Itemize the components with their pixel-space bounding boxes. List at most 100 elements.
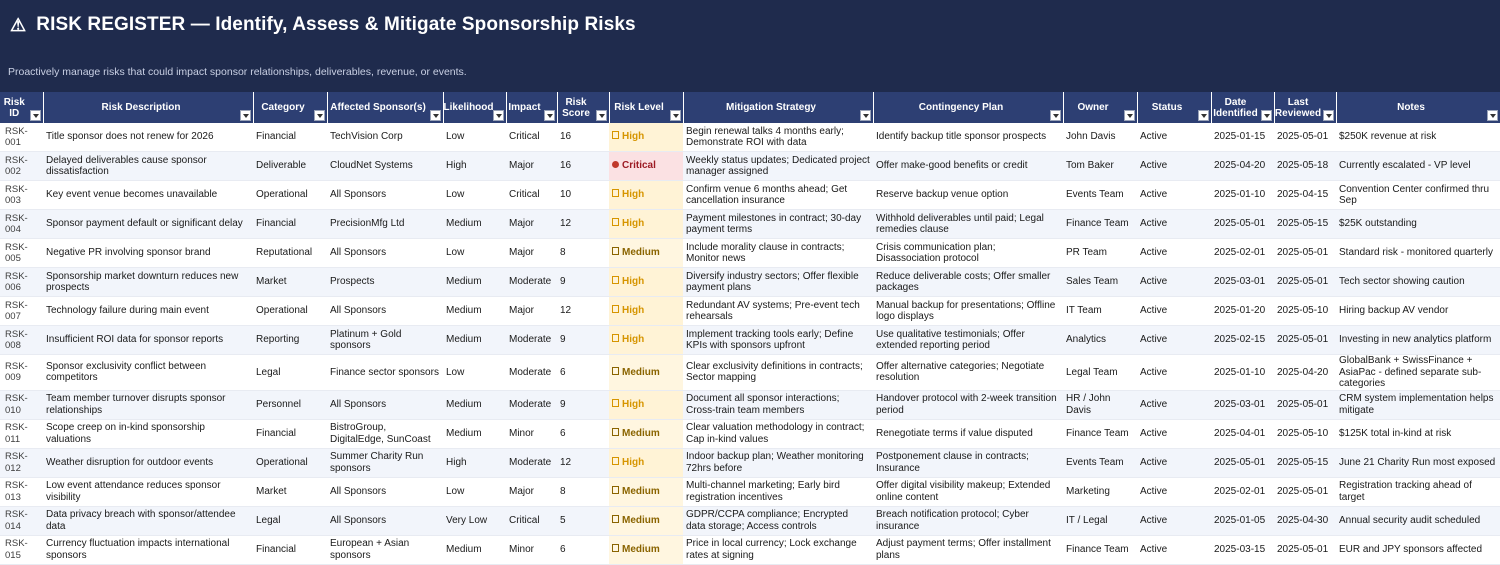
likelihood-cell[interactable]: Low	[443, 477, 506, 507]
date-identified-cell[interactable]: 2025-03-15	[1211, 535, 1274, 565]
notes-cell[interactable]: $250K revenue at risk	[1336, 123, 1500, 152]
date-identified-cell[interactable]: 2025-04-20	[1211, 151, 1274, 181]
affected-sponsors-cell[interactable]: Prospects	[327, 267, 443, 297]
likelihood-cell[interactable]: Low	[443, 123, 506, 152]
risk-id-cell[interactable]: RSK-003	[0, 180, 43, 210]
status-cell[interactable]: Active	[1137, 448, 1211, 478]
affected-sponsors-cell[interactable]: All Sponsors	[327, 180, 443, 210]
notes-cell[interactable]: Annual security audit scheduled	[1336, 506, 1500, 536]
risk-description-cell[interactable]: Sponsorship market downturn reduces new …	[43, 267, 253, 297]
contingency-plan-cell[interactable]: Manual backup for presentations; Offline…	[873, 296, 1063, 326]
impact-cell[interactable]: Critical	[506, 123, 557, 152]
impact-cell[interactable]: Major	[506, 238, 557, 268]
contingency-plan-cell[interactable]: Reduce deliverable costs; Offer smaller …	[873, 267, 1063, 297]
owner-cell[interactable]: IT Team	[1063, 296, 1137, 326]
risk-description-cell[interactable]: Currency fluctuation impacts internation…	[43, 535, 253, 565]
mitigation-strategy-cell[interactable]: Redundant AV systems; Pre-event tech reh…	[683, 296, 873, 326]
table-row[interactable]: RSK-008 Insufficient ROI data for sponsor…	[0, 325, 1500, 355]
risk-level-cell[interactable]: Medium	[609, 535, 683, 565]
affected-sponsors-cell[interactable]: Finance sector sponsors	[327, 354, 443, 391]
status-cell[interactable]: Active	[1137, 238, 1211, 268]
risk-level-cell[interactable]: Medium	[609, 354, 683, 391]
table-row[interactable]: RSK-012 Weather disruption for outdoor ev…	[0, 448, 1500, 478]
risk-score-cell[interactable]: 8	[557, 238, 609, 268]
affected-sponsors-cell[interactable]: All Sponsors	[327, 390, 443, 420]
notes-cell[interactable]: EUR and JPY sponsors affected	[1336, 535, 1500, 565]
risk-score-cell[interactable]: 16	[557, 123, 609, 152]
risk-description-cell[interactable]: Weather disruption for outdoor events	[43, 448, 253, 478]
filter-dropdown-icon[interactable]	[1123, 110, 1135, 121]
contingency-plan-cell[interactable]: Postponement clause in contracts; Insura…	[873, 448, 1063, 478]
mitigation-strategy-cell[interactable]: Clear valuation methodology in contract;…	[683, 419, 873, 449]
likelihood-cell[interactable]: High	[443, 448, 506, 478]
risk-level-cell[interactable]: High	[609, 296, 683, 326]
date-identified-cell[interactable]: 2025-05-01	[1211, 448, 1274, 478]
category-cell[interactable]: Market	[253, 267, 327, 297]
filter-dropdown-icon[interactable]	[29, 110, 41, 121]
status-cell[interactable]: Active	[1137, 123, 1211, 152]
notes-cell[interactable]: Tech sector showing caution	[1336, 267, 1500, 297]
filter-dropdown-icon[interactable]	[1486, 110, 1498, 121]
mitigation-strategy-cell[interactable]: Multi-channel marketing; Early bird regi…	[683, 477, 873, 507]
risk-description-cell[interactable]: Team member turnover disrupts sponsor re…	[43, 390, 253, 420]
filter-dropdown-icon[interactable]	[595, 110, 607, 121]
table-row[interactable]: RSK-003 Key event venue becomes unavailab…	[0, 180, 1500, 210]
contingency-plan-cell[interactable]: Offer make-good benefits or credit	[873, 151, 1063, 181]
date-identified-cell[interactable]: 2025-03-01	[1211, 267, 1274, 297]
affected-sponsors-cell[interactable]: CloudNet Systems	[327, 151, 443, 181]
status-cell[interactable]: Active	[1137, 267, 1211, 297]
status-cell[interactable]: Active	[1137, 209, 1211, 239]
risk-level-cell[interactable]: High	[609, 390, 683, 420]
likelihood-cell[interactable]: Low	[443, 238, 506, 268]
filter-dropdown-icon[interactable]	[429, 110, 441, 121]
risk-description-cell[interactable]: Negative PR involving sponsor brand	[43, 238, 253, 268]
contingency-plan-cell[interactable]: Crisis communication plan; Disassociatio…	[873, 238, 1063, 268]
notes-cell[interactable]: Currently escalated - VP level	[1336, 151, 1500, 181]
affected-sponsors-cell[interactable]: All Sponsors	[327, 238, 443, 268]
filter-dropdown-icon[interactable]	[313, 110, 325, 121]
date-identified-cell[interactable]: 2025-04-01	[1211, 419, 1274, 449]
risk-id-cell[interactable]: RSK-009	[0, 354, 43, 391]
risk-description-cell[interactable]: Sponsor exclusivity conflict between com…	[43, 354, 253, 391]
risk-level-cell[interactable]: Medium	[609, 419, 683, 449]
table-row[interactable]: RSK-009 Sponsor exclusivity conflict betw…	[0, 354, 1500, 391]
risk-id-cell[interactable]: RSK-013	[0, 477, 43, 507]
risk-level-cell[interactable]: High	[609, 267, 683, 297]
risk-id-cell[interactable]: RSK-002	[0, 151, 43, 181]
last-reviewed-cell[interactable]: 2025-05-01	[1274, 267, 1336, 297]
contingency-plan-cell[interactable]: Renegotiate terms if value disputed	[873, 419, 1063, 449]
risk-description-cell[interactable]: Insufficient ROI data for sponsor report…	[43, 325, 253, 355]
affected-sponsors-cell[interactable]: All Sponsors	[327, 506, 443, 536]
category-cell[interactable]: Financial	[253, 419, 327, 449]
filter-dropdown-icon[interactable]	[1260, 110, 1272, 121]
risk-id-cell[interactable]: RSK-005	[0, 238, 43, 268]
mitigation-strategy-cell[interactable]: Clear exclusivity definitions in contrac…	[683, 354, 873, 391]
category-cell[interactable]: Legal	[253, 506, 327, 536]
filter-dropdown-icon[interactable]	[669, 110, 681, 121]
category-cell[interactable]: Operational	[253, 448, 327, 478]
last-reviewed-cell[interactable]: 2025-05-15	[1274, 448, 1336, 478]
risk-score-cell[interactable]: 6	[557, 419, 609, 449]
mitigation-strategy-cell[interactable]: Weekly status updates; Dedicated project…	[683, 151, 873, 181]
last-reviewed-cell[interactable]: 2025-05-01	[1274, 390, 1336, 420]
date-identified-cell[interactable]: 2025-01-10	[1211, 354, 1274, 391]
mitigation-strategy-cell[interactable]: Diversify industry sectors; Offer flexib…	[683, 267, 873, 297]
owner-cell[interactable]: Tom Baker	[1063, 151, 1137, 181]
date-identified-cell[interactable]: 2025-03-01	[1211, 390, 1274, 420]
last-reviewed-cell[interactable]: 2025-05-18	[1274, 151, 1336, 181]
category-cell[interactable]: Deliverable	[253, 151, 327, 181]
notes-cell[interactable]: Standard risk - monitored quarterly	[1336, 238, 1500, 268]
impact-cell[interactable]: Moderate	[506, 267, 557, 297]
owner-cell[interactable]: HR / John Davis	[1063, 390, 1137, 420]
last-reviewed-cell[interactable]: 2025-05-01	[1274, 535, 1336, 565]
date-identified-cell[interactable]: 2025-02-01	[1211, 477, 1274, 507]
notes-cell[interactable]: Hiring backup AV vendor	[1336, 296, 1500, 326]
status-cell[interactable]: Active	[1137, 151, 1211, 181]
impact-cell[interactable]: Moderate	[506, 325, 557, 355]
table-row[interactable]: RSK-001 Title sponsor does not renew for …	[0, 123, 1500, 152]
owner-cell[interactable]: Sales Team	[1063, 267, 1137, 297]
owner-cell[interactable]: Events Team	[1063, 180, 1137, 210]
risk-score-cell[interactable]: 5	[557, 506, 609, 536]
status-cell[interactable]: Active	[1137, 477, 1211, 507]
risk-id-cell[interactable]: RSK-010	[0, 390, 43, 420]
